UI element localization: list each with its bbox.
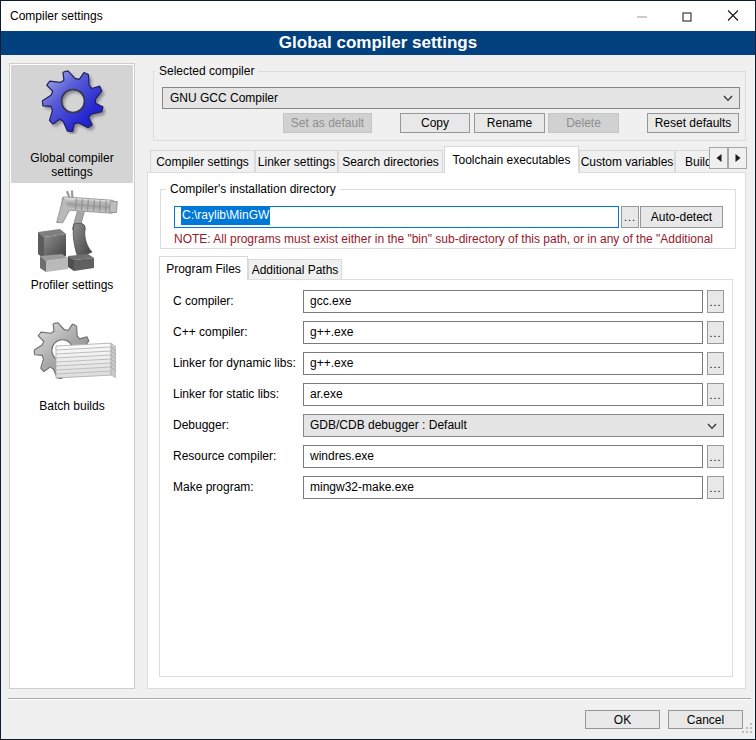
maximize-icon bbox=[682, 12, 691, 21]
debugger-combobox-value: GDB/CDB debugger : Default bbox=[310, 418, 467, 432]
delete-button[interactable]: Delete bbox=[548, 113, 619, 133]
copy-button[interactable]: Copy bbox=[400, 113, 470, 133]
installation-directory-group-label: Compiler's installation directory bbox=[166, 182, 340, 196]
tab-scroll-right-button[interactable] bbox=[728, 147, 747, 169]
tab-toolchain-executables[interactable]: Toolchain executables bbox=[444, 146, 579, 173]
note-text: NOTE: All programs must exist either in … bbox=[174, 232, 715, 246]
field-label-resource-compiler: Resource compiler: bbox=[173, 445, 276, 468]
compiler-combobox-value: GNU GCC Compiler bbox=[170, 91, 278, 105]
tab-compiler-settings[interactable]: Compiler settings bbox=[150, 150, 255, 172]
arrow-right-icon bbox=[735, 154, 741, 162]
minimize-button bbox=[619, 2, 664, 31]
cpp-compiler-browse-button[interactable]: ... bbox=[707, 321, 724, 344]
tab-build-options[interactable]: Build options bbox=[675, 150, 709, 172]
chevron-down-icon bbox=[723, 95, 732, 101]
make-program-browse-button[interactable]: ... bbox=[707, 476, 724, 499]
footer-divider bbox=[8, 698, 751, 700]
static-linker-input[interactable]: ar.exe bbox=[303, 383, 703, 406]
cpp-compiler-input[interactable]: g++.exe bbox=[303, 321, 703, 344]
field-label-make-program: Make program: bbox=[173, 476, 254, 499]
field-label-cpp-compiler: C++ compiler: bbox=[173, 321, 248, 344]
tab-search-directories[interactable]: Search directories bbox=[338, 150, 443, 172]
batch-builds-icon[interactable] bbox=[32, 322, 116, 391]
compiler-gear-icon[interactable] bbox=[40, 68, 106, 137]
browse-directory-button[interactable]: ... bbox=[621, 206, 639, 228]
auto-detect-button[interactable]: Auto-detect bbox=[640, 206, 723, 228]
chevron-down-icon bbox=[707, 423, 716, 429]
tab-linker-settings[interactable]: Linker settings bbox=[255, 150, 338, 172]
profiler-caliper-icon[interactable] bbox=[30, 190, 118, 277]
field-label-static-linker: Linker for static libs: bbox=[173, 383, 279, 406]
minimize-icon bbox=[637, 16, 647, 17]
resource-compiler-input[interactable]: windres.exe bbox=[303, 445, 703, 468]
static-linker-browse-button[interactable]: ... bbox=[707, 383, 724, 406]
rename-button[interactable]: Rename bbox=[474, 113, 545, 133]
selected-text: C:\raylib\MinGW bbox=[181, 206, 270, 225]
tab-program-files[interactable]: Program Files bbox=[159, 256, 248, 280]
maximize-button[interactable] bbox=[664, 2, 709, 31]
installation-directory-input[interactable]: C:\raylib\MinGW bbox=[174, 206, 619, 228]
page-title: Global compiler settings bbox=[1, 31, 755, 55]
resize-grip-icon bbox=[742, 723, 752, 733]
tab-additional-paths[interactable]: Additional Paths bbox=[248, 259, 342, 279]
compiler-combobox[interactable]: GNU GCC Compiler bbox=[162, 87, 740, 109]
c-compiler-browse-button[interactable]: ... bbox=[707, 290, 724, 313]
tab-custom-variables[interactable]: Custom variables bbox=[579, 150, 675, 172]
ok-button[interactable]: OK bbox=[585, 710, 660, 729]
debugger-combobox[interactable]: GDB/CDB debugger : Default bbox=[303, 414, 724, 437]
c-compiler-input[interactable]: gcc.exe bbox=[303, 290, 703, 313]
field-label-dynamic-linker: Linker for dynamic libs: bbox=[173, 352, 296, 375]
installation-directory-group: Compiler's installation directory C:\ray… bbox=[160, 189, 736, 249]
sidebar-label-profiler-settings[interactable]: Profiler settings bbox=[10, 278, 134, 292]
sidebar-label-batch-builds[interactable]: Batch builds bbox=[10, 399, 134, 413]
set-as-default-button[interactable]: Set as default bbox=[283, 113, 372, 133]
cancel-button[interactable]: Cancel bbox=[668, 710, 743, 729]
resize-grip[interactable] bbox=[742, 722, 752, 736]
window-title: Compiler settings bbox=[10, 1, 103, 31]
close-button[interactable] bbox=[710, 2, 755, 31]
sidebar: Global compiler settings bbox=[9, 63, 135, 689]
tab-scroll-left-button[interactable] bbox=[709, 147, 728, 169]
arrow-left-icon bbox=[716, 154, 722, 162]
close-icon bbox=[727, 10, 738, 24]
sidebar-label-global-compiler-settings[interactable]: Global compiler settings bbox=[10, 151, 134, 179]
selected-compiler-group: Selected compiler GNU GCC Compiler Set a… bbox=[153, 71, 746, 141]
selected-compiler-group-label: Selected compiler bbox=[155, 64, 258, 78]
resource-compiler-browse-button[interactable]: ... bbox=[707, 445, 724, 468]
compiler-settings-dialog: Compiler settings Global compiler settin… bbox=[0, 0, 756, 740]
dynamic-linker-browse-button[interactable]: ... bbox=[707, 352, 724, 375]
reset-defaults-button[interactable]: Reset defaults bbox=[647, 113, 739, 133]
field-label-debugger: Debugger: bbox=[173, 414, 229, 437]
field-label-c-compiler: C compiler: bbox=[173, 290, 234, 313]
make-program-input[interactable]: mingw32-make.exe bbox=[303, 476, 703, 499]
dynamic-linker-input[interactable]: g++.exe bbox=[303, 352, 703, 375]
